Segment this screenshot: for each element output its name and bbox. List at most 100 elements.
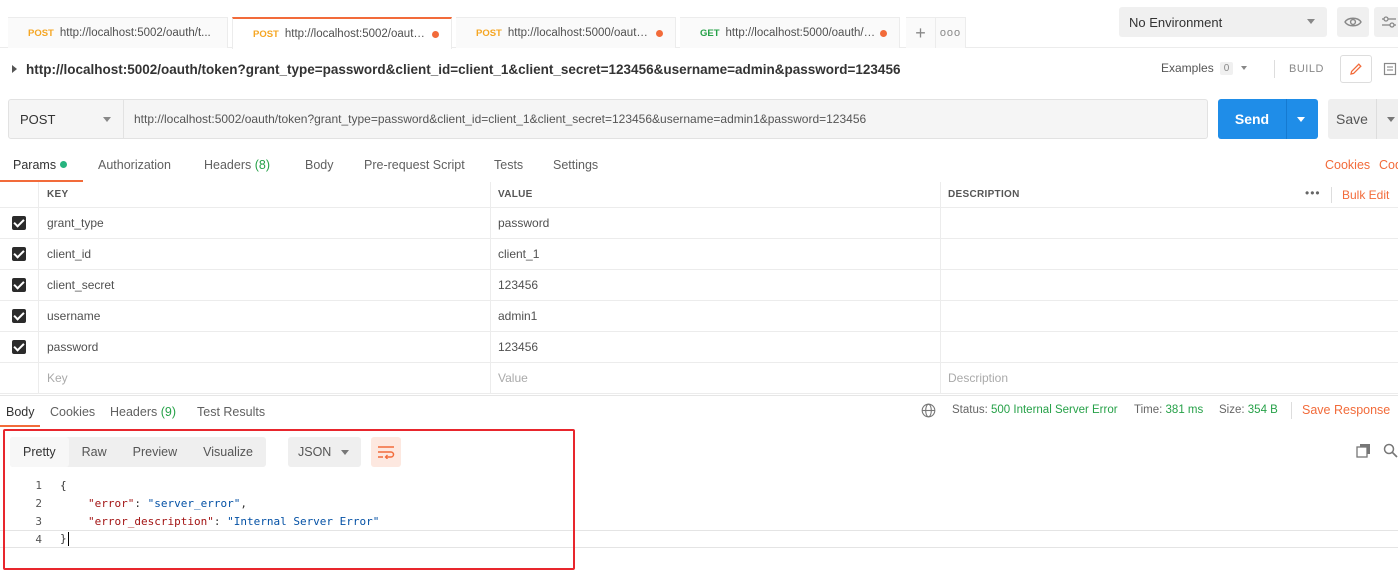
manage-environments-button[interactable] [1374, 7, 1398, 37]
param-description[interactable] [940, 332, 1398, 362]
response-tab-cookies[interactable]: Cookies [50, 405, 95, 419]
format-visualize[interactable]: Visualize [190, 437, 266, 467]
param-checkbox-cell [0, 301, 38, 331]
chevron-down-icon[interactable] [1387, 116, 1395, 122]
more-icon: ooo [939, 27, 962, 39]
pencil-icon [1350, 63, 1362, 75]
param-description[interactable] [940, 239, 1398, 269]
response-tab-body[interactable]: Body [6, 405, 35, 419]
bulk-edit-link[interactable]: Bulk Edit [1342, 188, 1389, 202]
examples-dropdown[interactable]: Examples 0 [1161, 61, 1248, 75]
param-checkbox[interactable] [12, 247, 26, 261]
code-link[interactable]: Code [1379, 158, 1398, 172]
param-key[interactable]: password [38, 332, 490, 362]
response-body-editor[interactable]: 1 { 2 "error": "server_error", 3 "error_… [0, 476, 1398, 548]
column-description: DESCRIPTION [940, 182, 1398, 207]
tab-authorization[interactable]: Authorization [98, 158, 171, 172]
table-row: client_secret 123456 [0, 270, 1398, 301]
chevron-down-icon [1307, 19, 1315, 24]
tab-more-button[interactable]: ooo [936, 17, 966, 48]
closing-brace: } [60, 532, 67, 545]
param-value[interactable]: password [490, 208, 940, 238]
format-raw[interactable]: Raw [69, 437, 120, 467]
cookies-link[interactable]: Cookies [1325, 158, 1370, 172]
search-icon[interactable] [1383, 443, 1398, 458]
param-value[interactable]: 123456 [490, 270, 940, 300]
new-tab-button[interactable]: + [906, 17, 936, 48]
json-value: "server_error" [147, 496, 241, 510]
document-icon [1383, 62, 1397, 76]
time-value: 381 ms [1165, 404, 1204, 416]
http-method-select[interactable]: POST [9, 100, 124, 138]
save-response-button[interactable]: Save Response [1302, 403, 1390, 417]
request-config-tabs: Params Authorization Headers (8) Body Pr… [0, 152, 1398, 182]
line-number: 1 [35, 478, 42, 492]
param-key[interactable]: client_secret [38, 270, 490, 300]
response-tab-headers[interactable]: Headers (9) [110, 405, 176, 419]
response-time[interactable]: Time: 381 ms [1134, 404, 1203, 416]
plus-icon: + [915, 22, 926, 43]
request-title[interactable]: http://localhost:5002/oauth/token?grant_… [26, 62, 900, 77]
param-checkbox[interactable] [12, 309, 26, 323]
globe-icon[interactable] [921, 403, 936, 418]
param-checkbox[interactable] [12, 216, 26, 230]
new-key-input[interactable]: Key [38, 363, 490, 393]
param-key[interactable]: username [38, 301, 490, 331]
response-headers-count: (9) [160, 405, 177, 419]
copy-icon[interactable] [1356, 443, 1371, 458]
new-description-input[interactable]: Description [940, 363, 1398, 393]
environment-quick-look-button[interactable] [1337, 7, 1369, 37]
param-checkbox[interactable] [12, 340, 26, 354]
table-row: password 123456 [0, 332, 1398, 363]
environment-select[interactable]: No Environment [1119, 7, 1327, 37]
tab-body[interactable]: Body [305, 158, 334, 172]
request-tab-4[interactable]: GET http://localhost:5000/oauth/tok... [680, 17, 900, 48]
send-button[interactable]: Send [1218, 99, 1318, 139]
sliders-icon [1382, 16, 1396, 28]
request-tab-2[interactable]: POST http://localhost:5002/oauth/to... [232, 17, 452, 49]
eye-icon [1344, 17, 1362, 27]
documentation-button[interactable] [1376, 55, 1398, 83]
examples-label: Examples [1161, 61, 1214, 75]
param-description[interactable] [940, 208, 1398, 238]
request-tab-1[interactable]: POST http://localhost:5002/oauth/t... [8, 17, 228, 48]
param-value[interactable]: 123456 [490, 332, 940, 362]
chevron-down-icon [1241, 66, 1248, 70]
expand-triangle-icon[interactable] [12, 65, 17, 73]
param-value[interactable]: admin1 [490, 301, 940, 331]
save-button[interactable]: Save [1328, 99, 1398, 139]
edit-button[interactable] [1340, 55, 1372, 83]
tab-params[interactable]: Params [13, 158, 68, 172]
tab-pre-request-script[interactable]: Pre-request Script [364, 158, 465, 172]
tab-url: http://localhost:5002/oauth/to... [284, 28, 428, 40]
wrap-lines-button[interactable] [371, 437, 401, 467]
param-value[interactable]: client_1 [490, 239, 940, 269]
response-tab-test-results[interactable]: Test Results [197, 405, 265, 419]
chevron-down-icon[interactable] [1297, 116, 1305, 122]
text-cursor [67, 532, 69, 546]
param-checkbox[interactable] [12, 278, 26, 292]
new-value-input[interactable]: Value [490, 363, 940, 393]
tab-settings[interactable]: Settings [553, 158, 598, 172]
headers-count: (8) [254, 158, 271, 172]
response-status[interactable]: Status: 500 Internal Server Error [952, 404, 1118, 416]
response-size[interactable]: Size: 354 B [1219, 404, 1278, 416]
more-options-icon[interactable]: ••• [1305, 186, 1321, 200]
table-row: grant_type password [0, 208, 1398, 239]
param-description[interactable] [940, 301, 1398, 331]
param-key[interactable]: grant_type [38, 208, 490, 238]
code-line-current: 4 } [0, 530, 1398, 548]
url-input[interactable]: http://localhost:5002/oauth/token?grant_… [124, 100, 1207, 138]
divider [1291, 402, 1292, 419]
param-description[interactable] [940, 270, 1398, 300]
response-headers-label: Headers [110, 405, 158, 419]
request-tab-3[interactable]: POST http://localhost:5000/oauth/to... [456, 17, 676, 48]
tab-headers[interactable]: Headers (8) [204, 158, 270, 172]
format-preview[interactable]: Preview [120, 437, 190, 467]
line-number: 2 [35, 496, 42, 510]
format-pretty[interactable]: Pretty [10, 437, 69, 467]
language-select[interactable]: JSON [288, 437, 361, 467]
unsaved-dot-icon [656, 29, 663, 37]
param-key[interactable]: client_id [38, 239, 490, 269]
tab-tests[interactable]: Tests [494, 158, 523, 172]
